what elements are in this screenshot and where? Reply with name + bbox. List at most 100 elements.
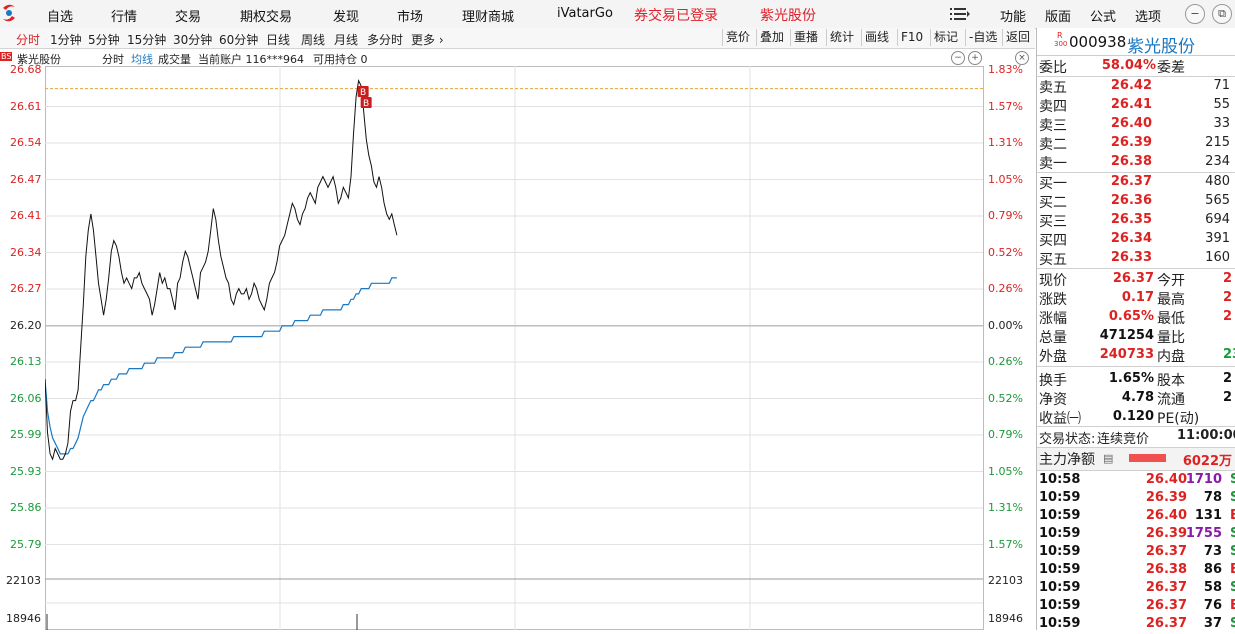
- tick-price: 26.39: [1145, 490, 1187, 505]
- tool-remove-watchlist[interactable]: -自选: [965, 29, 1000, 46]
- tick-side: S: [1230, 472, 1235, 487]
- bs-badge[interactable]: BS: [0, 52, 13, 61]
- buy-level-row[interactable]: 买一 26.37 480: [1037, 173, 1235, 192]
- sell-level-row[interactable]: 卖二 26.39 215: [1037, 134, 1235, 153]
- tool-mark[interactable]: 标记: [930, 29, 961, 46]
- tab-30min[interactable]: 30分钟: [173, 31, 212, 48]
- tool-overlay[interactable]: 叠加: [756, 29, 787, 46]
- percent-tick: 1.31%: [988, 501, 1023, 514]
- tab-60min[interactable]: 60分钟: [219, 31, 258, 48]
- tab-more[interactable]: 更多 ›: [411, 31, 444, 48]
- stat-value-right: 2: [1223, 371, 1233, 386]
- tick-volume: 78: [1203, 490, 1222, 505]
- tool-draw-line[interactable]: 画线: [861, 29, 892, 46]
- menu-item-wealth-mall[interactable]: 理财商城: [462, 6, 514, 25]
- sell-level-volume: 55: [1213, 97, 1230, 112]
- list-menu-icon[interactable]: [950, 7, 970, 21]
- tab-5min[interactable]: 5分钟: [88, 31, 120, 48]
- tick-volume: 1755: [1185, 526, 1222, 541]
- tool-back[interactable]: 返回: [1002, 29, 1033, 46]
- tab-daily[interactable]: 日线: [266, 31, 290, 48]
- stat-label: 收益㈠: [1039, 411, 1081, 427]
- buy-level-label: 买五: [1039, 252, 1067, 268]
- sell-level-row[interactable]: 卖一 26.38 234: [1037, 153, 1235, 172]
- chart-minus-icon[interactable]: −: [951, 51, 965, 65]
- tick-row[interactable]: 10:59 26.40 131 B: [1037, 508, 1235, 526]
- price-tick: 25.86: [10, 501, 42, 514]
- intraday-chart[interactable]: BB: [45, 66, 985, 630]
- price-tick: 26.06: [10, 391, 42, 405]
- menu-item-discover[interactable]: 发现: [333, 6, 359, 25]
- menu-item-market[interactable]: 行情: [111, 6, 137, 25]
- tick-row[interactable]: 10:59 26.37 76 B: [1037, 598, 1235, 616]
- tick-side: S: [1230, 490, 1235, 505]
- menu-item-options[interactable]: 选项: [1135, 6, 1161, 25]
- buy-level-row[interactable]: 买三 26.35 694: [1037, 211, 1235, 230]
- sell-level-row[interactable]: 卖三 26.40 33: [1037, 115, 1235, 134]
- menu-item-trade[interactable]: 交易: [175, 6, 201, 25]
- sell-level-row[interactable]: 卖五 26.42 71: [1037, 77, 1235, 96]
- stat-label-right: 量比: [1157, 330, 1185, 346]
- buy-marker[interactable]: B: [357, 86, 369, 98]
- tab-1min[interactable]: 1分钟: [50, 31, 82, 48]
- tab-15min[interactable]: 15分钟: [127, 31, 166, 48]
- tool-statistics[interactable]: 统计: [826, 29, 857, 46]
- price-tick: 25.79: [10, 537, 42, 551]
- tick-side: S: [1230, 616, 1235, 631]
- stat-value-right: 23: [1223, 347, 1235, 362]
- stat-value: 0.65%: [1108, 309, 1154, 324]
- tick-row[interactable]: 10:59 26.37 58 S: [1037, 580, 1235, 598]
- tab-weekly[interactable]: 周线: [301, 31, 325, 48]
- menu-item-markets[interactable]: 市场: [397, 6, 423, 25]
- tick-row[interactable]: 10:59 26.37 37 S: [1037, 616, 1235, 634]
- buy-level-price: 26.35: [1110, 212, 1152, 227]
- tab-monthly[interactable]: 月线: [334, 31, 358, 48]
- weibi-value: 58.04%: [1101, 58, 1156, 73]
- buy-level-row[interactable]: 买二 26.36 565: [1037, 192, 1235, 211]
- minimize-icon[interactable]: −: [1185, 4, 1205, 24]
- menu-item-formula[interactable]: 公式: [1090, 6, 1116, 25]
- buy-level-row[interactable]: 买五 26.33 160: [1037, 249, 1235, 268]
- tick-row[interactable]: 10:58 26.40 1710 S: [1037, 472, 1235, 490]
- tick-row[interactable]: 10:59 26.39 1755 S: [1037, 526, 1235, 544]
- stat-label: 总量: [1039, 330, 1067, 346]
- menu-item-watchlist[interactable]: 自选: [47, 6, 73, 25]
- stat-label: 外盘: [1039, 349, 1067, 365]
- stat-label-right: 最低: [1157, 311, 1185, 327]
- menu-item-ivatargo[interactable]: iVatarGo: [557, 6, 613, 21]
- stat-row: 换手 1.65% 股本 2: [1037, 370, 1235, 389]
- tool-replay[interactable]: 重播: [790, 29, 821, 46]
- menu-bar: 自选 行情 交易 期权交易 发现 市场 理财商城 iVatarGo 券交易已登录…: [0, 0, 1235, 29]
- tick-row[interactable]: 10:59 26.39 78 S: [1037, 490, 1235, 508]
- tick-side: B: [1230, 508, 1235, 523]
- buy-level-volume: 480: [1205, 174, 1230, 189]
- chart-plus-icon[interactable]: +: [968, 51, 982, 65]
- sell-level-price: 26.41: [1110, 97, 1152, 112]
- stat-label-right: 内盘: [1157, 349, 1185, 365]
- tab-intraday[interactable]: 分时: [16, 31, 40, 48]
- restore-icon[interactable]: ⧉: [1212, 4, 1232, 24]
- tool-auction[interactable]: 竞价: [722, 29, 753, 46]
- menu-item-layout[interactable]: 版面: [1045, 6, 1071, 25]
- buy-marker[interactable]: B: [360, 97, 372, 109]
- sell-level-label: 卖二: [1039, 137, 1067, 153]
- menu-item-function[interactable]: 功能: [1000, 6, 1026, 25]
- period-tab-bar: 分时 1分钟 5分钟 15分钟 30分钟 60分钟 日线 周线 月线 多分时 更…: [0, 28, 1035, 49]
- tick-row[interactable]: 10:59 26.37 73 S: [1037, 544, 1235, 562]
- tick-row[interactable]: 10:59 26.38 86 B: [1037, 562, 1235, 580]
- buy-level-price: 26.34: [1110, 231, 1152, 246]
- tab-multi-intraday[interactable]: 多分时: [367, 31, 403, 48]
- buy-level-label: 买一: [1039, 176, 1067, 192]
- sell-level-row[interactable]: 卖四 26.41 55: [1037, 96, 1235, 115]
- buy-level-label: 买四: [1039, 233, 1067, 249]
- buy-level-price: 26.37: [1110, 174, 1152, 189]
- stat-label: 现价: [1039, 273, 1067, 289]
- percent-tick: 0.00%: [988, 318, 1023, 332]
- doc-icon[interactable]: ▤: [1103, 452, 1113, 465]
- buy-level-row[interactable]: 买四 26.34 391: [1037, 230, 1235, 249]
- tick-time: 10:58: [1039, 472, 1081, 487]
- percent-tick: 1.05%: [988, 464, 1023, 478]
- menu-item-options-trade[interactable]: 期权交易: [240, 6, 292, 25]
- tool-f10[interactable]: F10: [897, 29, 926, 46]
- price-tick: 26.54: [10, 136, 42, 149]
